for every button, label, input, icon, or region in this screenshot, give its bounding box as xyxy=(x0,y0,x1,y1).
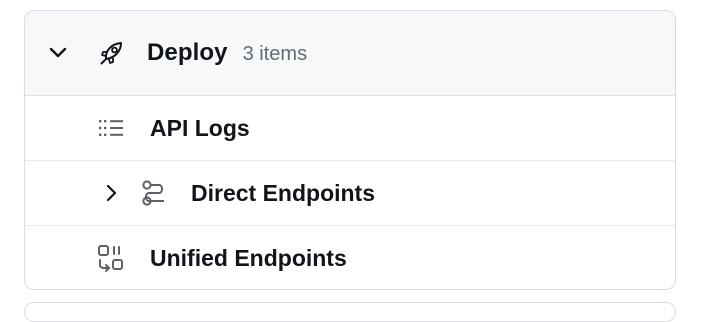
chevron-right-icon[interactable] xyxy=(101,180,123,206)
nav-item-unified-endpoints[interactable]: Unified Endpoints xyxy=(25,226,675,289)
route-icon xyxy=(139,178,169,208)
list-icon xyxy=(96,113,126,143)
nav-item-direct-endpoints[interactable]: Direct Endpoints xyxy=(25,161,675,226)
next-section-panel xyxy=(24,302,676,322)
nav-item-label: Unified Endpoints xyxy=(150,244,347,271)
rocket-icon xyxy=(97,38,127,68)
deploy-section-header[interactable]: Deploy 3 items xyxy=(25,11,675,96)
nav-item-label: API Logs xyxy=(150,114,250,141)
chevron-down-icon[interactable] xyxy=(45,40,71,66)
deploy-section-panel: Deploy 3 items API Logs Direct Endpoints… xyxy=(24,10,676,290)
nav-item-api-logs[interactable]: API Logs xyxy=(25,96,675,161)
section-title: Deploy xyxy=(147,39,228,66)
nav-item-label: Direct Endpoints xyxy=(191,179,376,206)
section-item-count: 3 items xyxy=(242,42,308,65)
unified-endpoints-icon xyxy=(96,243,126,273)
